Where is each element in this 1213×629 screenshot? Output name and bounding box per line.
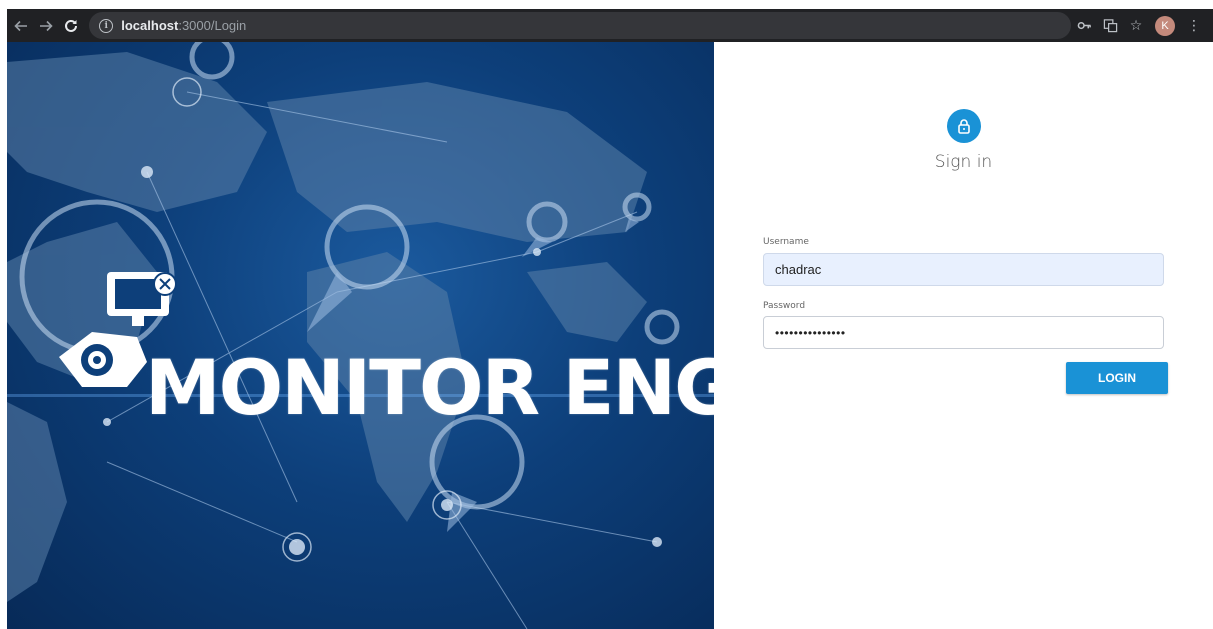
browser-actions: ☆ K ⋮	[1071, 15, 1213, 37]
username-field[interactable]: chadrac	[763, 253, 1164, 286]
login-panel: Sign in Username chadrac Password ••••••…	[714, 42, 1213, 629]
username-label: Username	[763, 237, 809, 247]
menu-kebab-icon[interactable]: ⋮	[1181, 15, 1207, 37]
password-field[interactable]: •••••••••••••••	[763, 316, 1164, 349]
url-host: localhost	[121, 18, 179, 33]
key-icon[interactable]	[1071, 15, 1097, 37]
forward-arrow-icon[interactable]	[36, 15, 57, 37]
login-button[interactable]: LOGIN	[1066, 362, 1168, 394]
world-map-background	[7, 42, 714, 629]
back-arrow-icon[interactable]	[11, 15, 32, 37]
password-value: •••••••••••••••	[775, 325, 846, 340]
browser-toolbar: i localhost:3000/Login ☆ K ⋮	[7, 9, 1213, 42]
translate-icon[interactable]	[1097, 15, 1123, 37]
avatar[interactable]: K	[1155, 15, 1175, 36]
url-path: :3000/Login	[178, 18, 247, 33]
password-label: Password	[763, 301, 806, 311]
page-title: Sign in	[934, 152, 993, 172]
hero-banner: MONITOR ENGINE	[7, 42, 714, 629]
reload-icon[interactable]	[61, 15, 82, 37]
star-icon[interactable]: ☆	[1123, 15, 1149, 37]
lock-icon	[947, 109, 981, 143]
logo-text: MONITOR ENGINE	[145, 343, 714, 432]
username-value: chadrac	[775, 262, 822, 277]
address-bar[interactable]: i localhost:3000/Login	[89, 12, 1071, 39]
info-icon[interactable]: i	[99, 18, 114, 33]
